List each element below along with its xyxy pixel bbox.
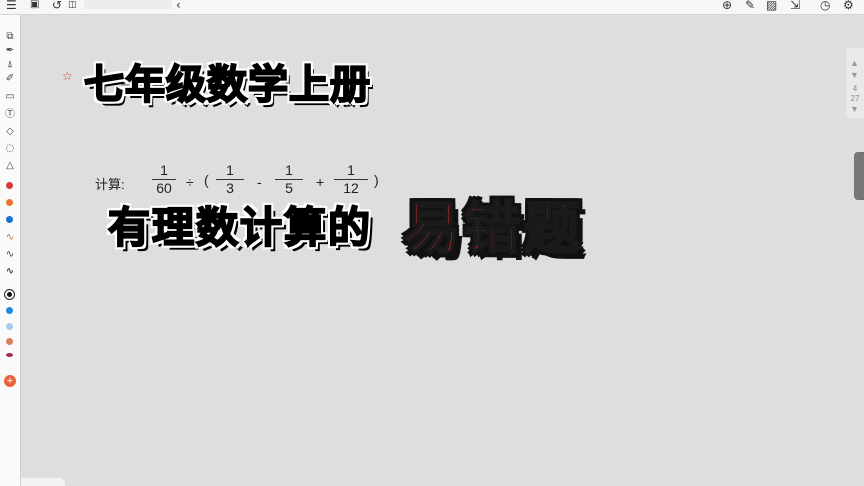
fraction-numerator: 1: [226, 162, 234, 178]
close-paren: ): [374, 172, 379, 188]
scrollbar-thumb[interactable]: [854, 152, 864, 200]
page-down-small-icon[interactable]: ▼: [850, 70, 859, 80]
wave-thin-icon[interactable]: ∿: [3, 232, 17, 244]
fraction-1-12: 1 12: [334, 162, 368, 195]
export-icon[interactable]: ⇲: [790, 0, 800, 12]
history-icon[interactable]: ◷: [820, 0, 830, 12]
color-swatch-blue[interactable]: [6, 216, 13, 223]
top-toolbar: ☰ ▣ ↺ ◫ ‹ ⊕ ✎ ▨ ⇲ ◷ ⚙: [0, 0, 864, 15]
fraction-numerator: 1: [160, 162, 168, 178]
fraction-1-3: 1 3: [216, 162, 244, 195]
fraction-denominator: 60: [156, 180, 172, 196]
calc-label: 计算:: [95, 177, 125, 192]
pen-icon[interactable]: ✒: [3, 45, 17, 57]
star-icon: ☆: [62, 69, 73, 83]
eraser-icon[interactable]: ▭: [3, 91, 17, 103]
tool-palette: ⧉ ✒ ⍋ ✐ ▭ Ⓣ ◇ ◌ △ ∿ ∿ ∿ +: [0, 15, 21, 486]
save-icon[interactable]: ▣: [30, 0, 39, 12]
minus-sign: -: [257, 174, 262, 190]
page-tab[interactable]: [21, 478, 65, 486]
shape-icon[interactable]: ◇: [3, 126, 17, 138]
wave-thick-icon[interactable]: ∿: [3, 266, 17, 278]
search-input[interactable]: [84, 0, 172, 9]
ruler-icon[interactable]: △: [3, 160, 17, 172]
nav-back-icon[interactable]: ‹: [176, 0, 181, 12]
fraction-1-5: 1 5: [275, 162, 303, 195]
lasso-icon[interactable]: ◌: [3, 143, 17, 155]
pencil-icon[interactable]: ✐: [3, 73, 17, 85]
page-down-icon[interactable]: ▼: [850, 104, 859, 114]
marker-icon[interactable]: ⍋: [3, 59, 17, 71]
edit-icon[interactable]: ✎: [745, 0, 755, 12]
page-navigator: ▲ ▼ 4 27 ▼: [846, 48, 864, 118]
fraction-numerator: 1: [347, 162, 355, 178]
menu-icon[interactable]: ☰: [6, 0, 17, 12]
color-swatch-orange[interactable]: [6, 199, 13, 206]
color-swatch-maroon[interactable]: [6, 353, 13, 357]
color-swatch-sky[interactable]: [6, 307, 13, 314]
add-color-button[interactable]: +: [4, 375, 16, 387]
overlay-highlight: 易错题: [403, 196, 584, 263]
plus-sign: +: [316, 174, 325, 190]
fraction-denominator: 12: [343, 180, 359, 196]
page-up-icon[interactable]: ▲: [850, 58, 859, 68]
settings-icon[interactable]: ⚙: [843, 0, 854, 12]
color-swatch-tan[interactable]: [6, 338, 13, 345]
image-icon[interactable]: ▨: [766, 0, 777, 12]
fraction-1-60: 1 60: [152, 162, 176, 195]
total-pages: 27: [850, 94, 860, 103]
page-title: 七年级数学上册: [83, 61, 371, 109]
text-icon[interactable]: Ⓣ: [3, 109, 17, 121]
color-swatch-light-blue[interactable]: [6, 323, 13, 330]
divide-sign: ÷: [186, 174, 194, 190]
fraction-denominator: 3: [226, 180, 234, 196]
globe-icon[interactable]: ⊕: [722, 0, 732, 12]
redo-icon[interactable]: ◫: [68, 0, 77, 12]
color-swatch-red[interactable]: [6, 182, 13, 189]
fraction-denominator: 5: [285, 180, 293, 196]
fraction-numerator: 1: [285, 162, 293, 178]
select-icon[interactable]: ⧉: [3, 31, 17, 43]
overlay-subtitle: 有理数计算的: [107, 202, 373, 253]
wave-medium-icon[interactable]: ∿: [3, 249, 17, 261]
open-paren: (: [204, 172, 209, 188]
color-swatch-black[interactable]: [4, 289, 15, 300]
undo-icon[interactable]: ↺: [52, 0, 62, 12]
current-page: 4: [852, 84, 858, 93]
